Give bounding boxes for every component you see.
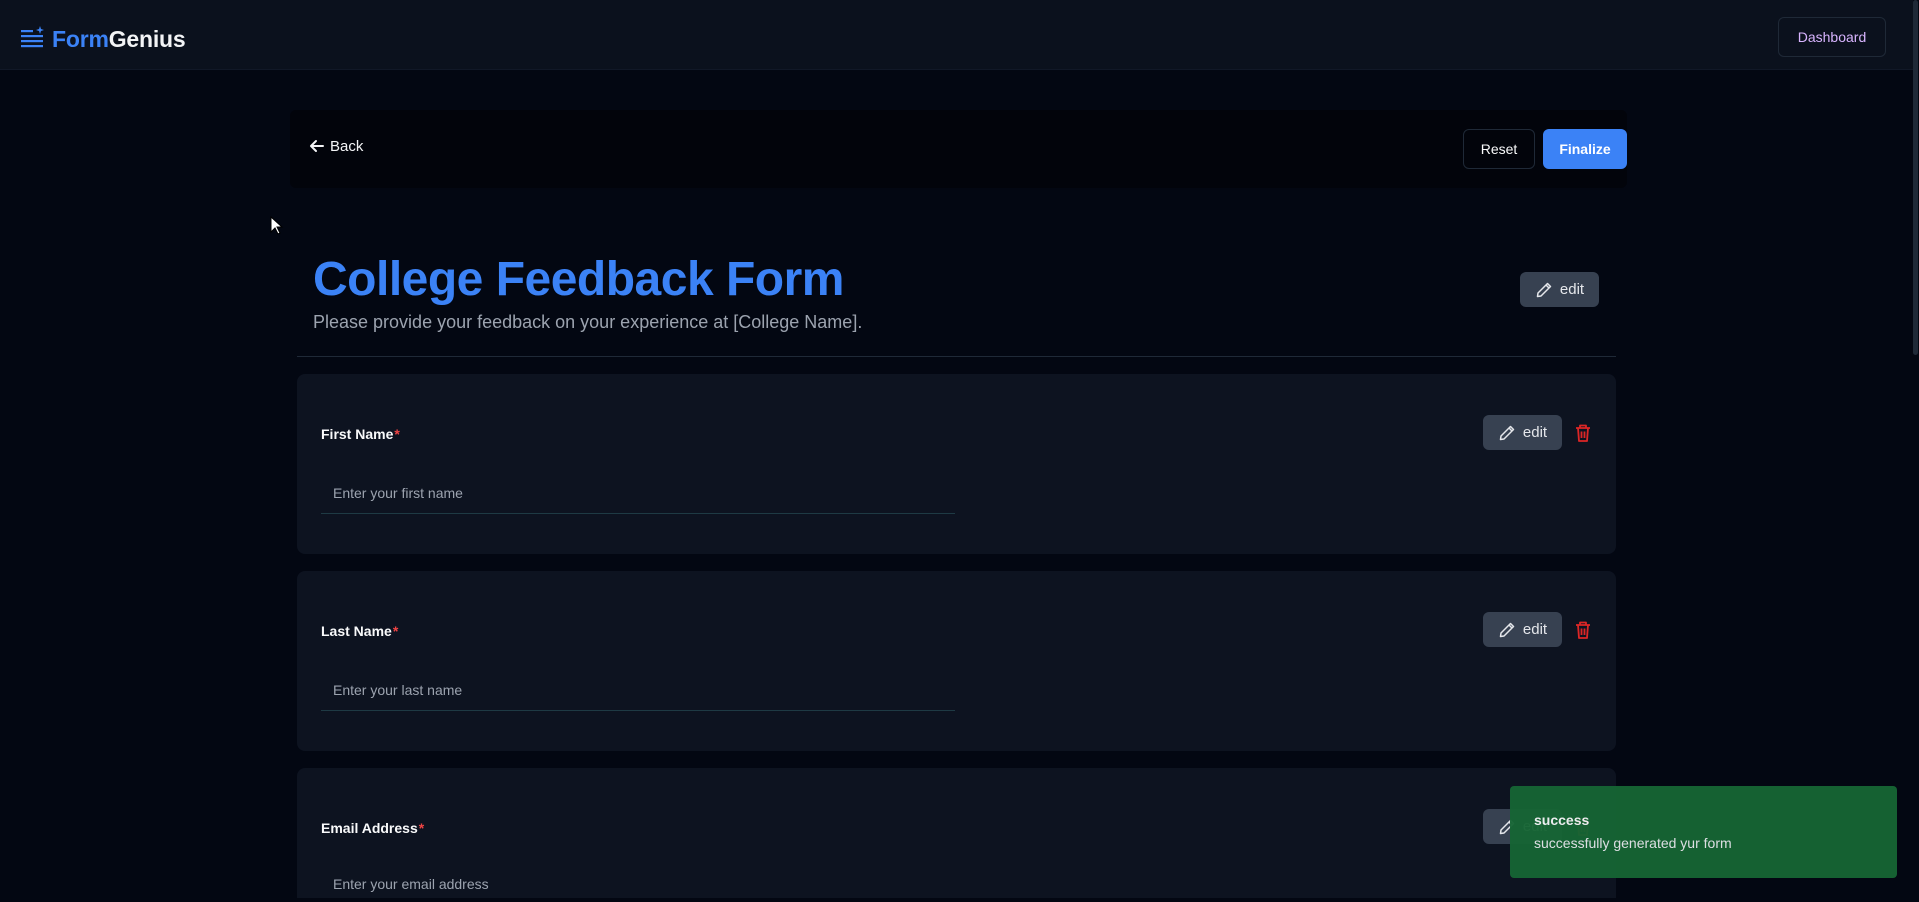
- field-label-text: First Name: [321, 426, 394, 442]
- field-label-text: Last Name: [321, 623, 392, 639]
- field-actions: edit: [1483, 415, 1592, 450]
- brand-name: FormGenius: [52, 25, 186, 53]
- field-card-email: Email Address* edit Enter your email add…: [297, 768, 1616, 898]
- brand-name-first: Form: [52, 25, 109, 52]
- back-label: Back: [330, 137, 364, 155]
- brand-name-second: Genius: [108, 25, 186, 52]
- success-toast[interactable]: success successfully generated yur form: [1510, 786, 1897, 878]
- field-label: Last Name*: [321, 623, 398, 639]
- field-label-text: Email Address: [321, 820, 418, 836]
- finalize-button[interactable]: Finalize: [1543, 129, 1627, 169]
- pencil-icon: [1499, 622, 1515, 637]
- trash-icon[interactable]: [1574, 620, 1592, 640]
- toast-message: successfully generated yur form: [1534, 835, 1732, 851]
- top-navbar: FormGenius Dashboard: [0, 0, 1913, 70]
- page-scrollbar[interactable]: [1913, 0, 1919, 898]
- list-sparkle-icon: [21, 26, 44, 48]
- required-asterisk: *: [392, 623, 399, 639]
- back-button[interactable]: Back: [308, 137, 363, 155]
- header-divider: [297, 356, 1616, 357]
- required-asterisk: *: [394, 426, 400, 442]
- arrow-left-icon: [310, 140, 324, 152]
- reset-button[interactable]: Reset: [1463, 129, 1535, 169]
- first-name-input[interactable]: Enter your first name: [321, 472, 955, 514]
- edit-field-button[interactable]: edit: [1483, 612, 1562, 647]
- scrollbar-thumb[interactable]: [1913, 0, 1918, 355]
- required-asterisk: *: [418, 820, 425, 836]
- field-actions: edit: [1483, 612, 1592, 647]
- edit-field-button[interactable]: edit: [1483, 415, 1562, 450]
- field-card-last-name: Last Name* edit Enter your last name: [297, 571, 1616, 751]
- field-label: First Name*: [321, 426, 400, 442]
- pencil-icon: [1536, 282, 1552, 297]
- toast-title: success: [1534, 812, 1590, 828]
- form-header-actions: edit: [1520, 272, 1599, 307]
- edit-label: edit: [1522, 424, 1548, 441]
- mouse-pointer-icon: [270, 216, 284, 235]
- form-action-bar: Back Reset Finalize: [290, 110, 1627, 188]
- brand-logo[interactable]: FormGenius: [20, 24, 186, 54]
- trash-icon[interactable]: [1574, 423, 1592, 443]
- email-input[interactable]: Enter your email address: [321, 866, 955, 902]
- field-label: Email Address*: [321, 820, 424, 836]
- edit-label: edit: [1559, 281, 1585, 298]
- edit-form-header-button[interactable]: edit: [1520, 272, 1599, 307]
- edit-label: edit: [1522, 621, 1548, 638]
- form-description: Please provide your feedback on your exp…: [313, 312, 863, 332]
- dashboard-button[interactable]: Dashboard: [1778, 17, 1886, 57]
- last-name-input[interactable]: Enter your last name: [321, 669, 955, 711]
- pencil-icon: [1499, 425, 1515, 440]
- field-card-first-name: First Name* edit Enter your first name: [297, 374, 1616, 554]
- form-title: College Feedback Form: [313, 253, 844, 306]
